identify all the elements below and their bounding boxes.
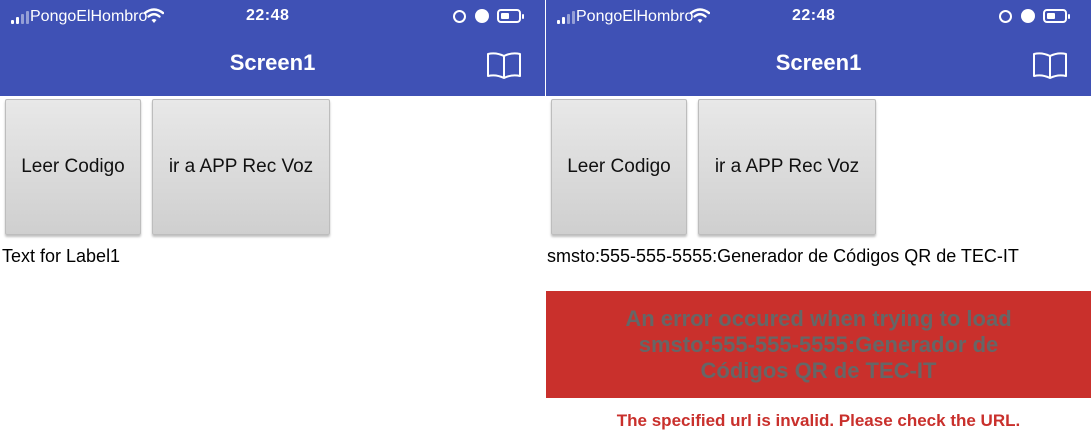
book-icon[interactable]: [485, 51, 523, 79]
carrier-name: PongoElHombro: [30, 8, 148, 25]
screen-title: Screen1: [229, 50, 316, 75]
ir-app-rec-voz-button[interactable]: ir a APP Rec Voz: [152, 99, 330, 235]
orientation-lock-icon: [453, 10, 466, 23]
status-time: 22:48: [246, 7, 290, 24]
alarm-icon: [1021, 9, 1035, 23]
phone-screen-right: PongoElHombro 22:48 Screen1 Leer Codigo …: [546, 0, 1091, 435]
status-bar: PongoElHombro 22:48: [0, 0, 545, 36]
webview-error-box: An error occured when trying to load sms…: [546, 291, 1091, 398]
error-detail: The specified url is invalid. Please che…: [616, 411, 1021, 430]
orientation-lock-icon: [999, 10, 1012, 23]
app-bar: PongoElHombro 22:48 Screen1: [546, 0, 1091, 96]
status-time: 22:48: [792, 7, 836, 24]
label1: Text for Label1: [2, 246, 121, 266]
book-icon[interactable]: [1031, 51, 1069, 79]
status-bar: PongoElHombro 22:48: [546, 0, 1091, 36]
alarm-icon: [475, 9, 489, 23]
signal-icon: [557, 11, 577, 24]
wifi-icon: [690, 8, 710, 23]
screen-title: Screen1: [775, 50, 862, 75]
app-bar: PongoElHombro 22:48 Screen1: [0, 0, 545, 96]
wifi-icon: [144, 8, 164, 23]
label1: smsto:555-555-5555:Generador de Códigos …: [547, 246, 1019, 266]
leer-codigo-button[interactable]: Leer Codigo: [551, 99, 687, 235]
error-title: An error occured when trying to load sms…: [625, 305, 1012, 383]
leer-codigo-button[interactable]: Leer Codigo: [5, 99, 141, 235]
battery-icon: [497, 9, 524, 23]
carrier-name: PongoElHombro: [576, 8, 694, 25]
phone-screen-left: PongoElHombro 22:48 Screen1 Leer Codigo …: [0, 0, 545, 435]
battery-icon: [1043, 9, 1070, 23]
ir-app-rec-voz-button[interactable]: ir a APP Rec Voz: [698, 99, 876, 235]
signal-icon: [11, 11, 31, 24]
